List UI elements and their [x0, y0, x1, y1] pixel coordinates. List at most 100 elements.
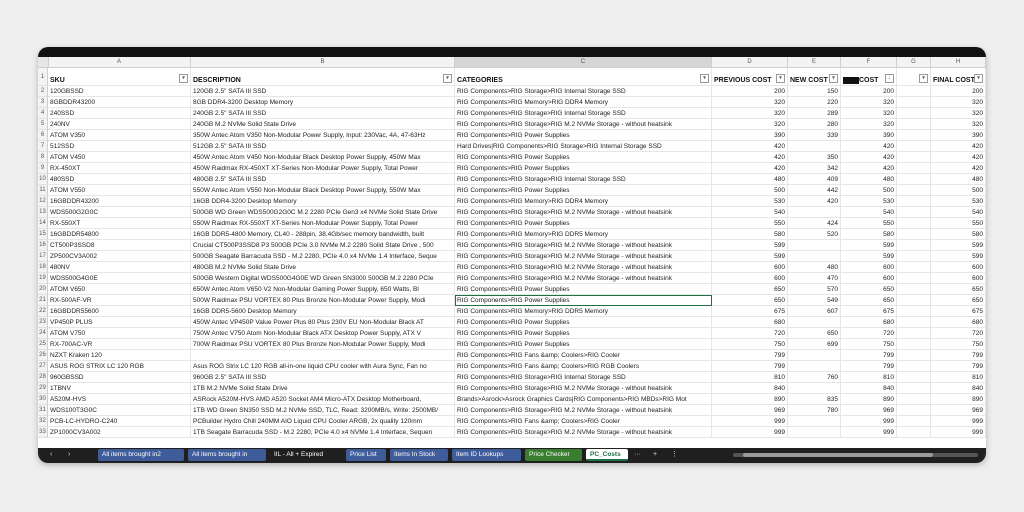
row-number[interactable]: 31	[38, 405, 48, 416]
cell-cost[interactable]: 675	[841, 306, 897, 317]
row-number[interactable]: 17	[38, 251, 48, 262]
cell-sku[interactable]: ASUS ROG STRIX LC 120 RGB	[48, 361, 191, 372]
cell-empty[interactable]	[897, 328, 931, 339]
column-header-c[interactable]: C	[455, 57, 712, 67]
row-number[interactable]: 13	[38, 207, 48, 218]
cell-categories[interactable]: RIG Components>RIG Storage>RIG Internal …	[455, 372, 712, 383]
cell-cost[interactable]: 530	[841, 196, 897, 207]
cell-cost[interactable]: 500	[841, 185, 897, 196]
row-number[interactable]: 10	[38, 174, 48, 185]
cell-final-cost[interactable]: 799	[931, 361, 986, 372]
cell-cost[interactable]: 580	[841, 229, 897, 240]
row-number[interactable]: 23	[38, 317, 48, 328]
cell-categories[interactable]: RIG Components>RIG Power Supplies	[455, 328, 712, 339]
cell-final-cost[interactable]: 999	[931, 416, 986, 427]
cell-description[interactable]: ASRock A520M-HVS AMD A520 Socket AM4 Mic…	[191, 394, 455, 405]
cell-previous-cost[interactable]: 600	[712, 273, 788, 284]
horizontal-scrollbar[interactable]	[733, 453, 978, 457]
row-number[interactable]: 21	[38, 295, 48, 306]
cell-cost[interactable]: 840	[841, 383, 897, 394]
cell-previous-cost[interactable]: 799	[712, 361, 788, 372]
cell-final-cost[interactable]: 540	[931, 207, 986, 218]
cell-cost[interactable]: 480	[841, 174, 897, 185]
cell-empty[interactable]	[897, 350, 931, 361]
cell-cost[interactable]: 720	[841, 328, 897, 339]
cell-description[interactable]: 512GB 2.5" SATA III SSD	[191, 141, 455, 152]
cell-previous-cost[interactable]: 200	[712, 86, 788, 97]
cell-final-cost[interactable]: 600	[931, 273, 986, 284]
cell-sku[interactable]: ATOM V350	[48, 130, 191, 141]
cell-categories[interactable]: RIG Components>RIG Power Supplies	[455, 295, 712, 306]
cell-new-cost[interactable]	[788, 207, 841, 218]
cell-empty[interactable]	[897, 416, 931, 427]
row-number[interactable]: 22	[38, 306, 48, 317]
cell-sku[interactable]: NZXT Kraken 120	[48, 350, 191, 361]
cell-sku[interactable]: 240SSD	[48, 108, 191, 119]
cell-previous-cost[interactable]: 390	[712, 130, 788, 141]
cell-categories[interactable]: RIG Components>RIG Fans &amp; Coolers>RI…	[455, 361, 712, 372]
cell-previous-cost[interactable]: 999	[712, 416, 788, 427]
cell-description[interactable]: 1TB M.2 NVMe Solid State Drive	[191, 383, 455, 394]
cell-sku[interactable]: 512SSD	[48, 141, 191, 152]
row-number[interactable]: 26	[38, 350, 48, 361]
sheet-tab[interactable]: Item ID Lookups	[452, 449, 521, 461]
cell-new-cost[interactable]: 339	[788, 130, 841, 141]
cell-sku[interactable]: ZP500CV3A002	[48, 251, 191, 262]
cell-empty[interactable]	[897, 185, 931, 196]
cell-previous-cost[interactable]: 320	[712, 119, 788, 130]
row-number[interactable]: 1	[38, 68, 48, 86]
column-header-h[interactable]: H	[931, 57, 986, 67]
cell-description[interactable]: 240GB 2.5" SATA III SSD	[191, 108, 455, 119]
cell-empty[interactable]	[897, 262, 931, 273]
cell-final-cost[interactable]: 999	[931, 427, 986, 438]
cell-categories[interactable]: RIG Components>RIG Fans &amp; Coolers>RI…	[455, 350, 712, 361]
cell-cost[interactable]: 810	[841, 372, 897, 383]
cell-empty[interactable]	[897, 229, 931, 240]
cell-new-cost[interactable]: 549	[788, 295, 841, 306]
cell-sku[interactable]: ATOM V750	[48, 328, 191, 339]
cell-categories[interactable]: Hard Drives|RIG Components>RIG Storage>R…	[455, 141, 712, 152]
row-number[interactable]: 27	[38, 361, 48, 372]
cell-categories[interactable]: RIG Components>RIG Power Supplies	[455, 339, 712, 350]
row-number[interactable]: 32	[38, 416, 48, 427]
cell-previous-cost[interactable]: 999	[712, 427, 788, 438]
cell-categories[interactable]: Brands>Asrock>Asrock Graphics Cards|RIG …	[455, 394, 712, 405]
cell-final-cost[interactable]: 420	[931, 163, 986, 174]
row-number[interactable]: 30	[38, 394, 48, 405]
row-number[interactable]: 6	[38, 130, 48, 141]
cell-cost[interactable]: 750	[841, 339, 897, 350]
cell-cost[interactable]: 420	[841, 152, 897, 163]
cell-previous-cost[interactable]: 890	[712, 394, 788, 405]
cell-description[interactable]: 650W Antec Atom V650 V2 Non-Modular Gami…	[191, 284, 455, 295]
cell-final-cost[interactable]: 320	[931, 119, 986, 130]
filter-dropdown-icon[interactable]: ▾	[974, 74, 983, 83]
cell-description[interactable]: 1TB Seagate Barracuda SSD - M.2 2280, PC…	[191, 427, 455, 438]
cell-sku[interactable]: ATOM V550	[48, 185, 191, 196]
cell-empty[interactable]	[897, 152, 931, 163]
cell-empty[interactable]	[897, 196, 931, 207]
cell-empty[interactable]	[897, 130, 931, 141]
cell-description[interactable]	[191, 350, 455, 361]
cell-previous-cost[interactable]: 810	[712, 372, 788, 383]
cell-final-cost[interactable]: 580	[931, 229, 986, 240]
cell-previous-cost[interactable]: 550	[712, 218, 788, 229]
cell-categories[interactable]: RIG Components>RIG Storage>RIG Internal …	[455, 108, 712, 119]
cell-new-cost[interactable]	[788, 416, 841, 427]
cell-cost[interactable]: 999	[841, 416, 897, 427]
cell-cost[interactable]: 599	[841, 251, 897, 262]
cell-description[interactable]: 450W Antec Atom V450 Non-Modular Black D…	[191, 152, 455, 163]
cell-sku[interactable]: 1TBNV	[48, 383, 191, 394]
cell-cost[interactable]: 600	[841, 262, 897, 273]
cell-description[interactable]: Asus ROG Strix LC 120 RGB all-in-one liq…	[191, 361, 455, 372]
cell-empty[interactable]	[897, 405, 931, 416]
cell-empty[interactable]	[897, 427, 931, 438]
cell-previous-cost[interactable]: 420	[712, 152, 788, 163]
sheet-tab[interactable]: IIL - All + Expired	[270, 449, 342, 461]
row-number[interactable]: 12	[38, 196, 48, 207]
row-number[interactable]: 15	[38, 229, 48, 240]
cell-final-cost[interactable]: 890	[931, 394, 986, 405]
cell-final-cost[interactable]: 599	[931, 251, 986, 262]
cell-final-cost[interactable]: 600	[931, 262, 986, 273]
cell-previous-cost[interactable]: 500	[712, 185, 788, 196]
cell-description[interactable]: 500GB Seagate Barracuda SSD - M.2 2280, …	[191, 251, 455, 262]
